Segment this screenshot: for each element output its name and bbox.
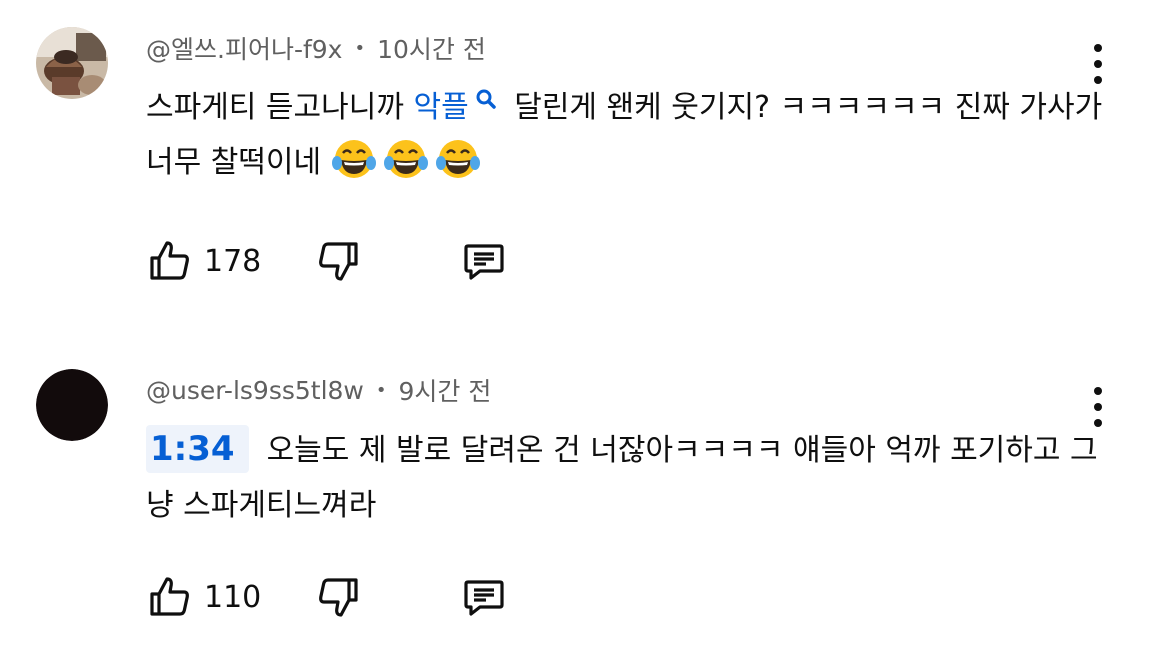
tears-of-joy-emoji-icon — [331, 136, 377, 182]
more-vertical-icon[interactable] — [1084, 387, 1112, 427]
comment-text: 1:34 오늘도 제 발로 달려온 건 너잖아ㅋㅋㅋㅋ 얘들아 억까 포기하고 그… — [146, 423, 1106, 533]
avatar[interactable] — [36, 27, 108, 99]
author-name[interactable]: @user-ls9ss5tl8w — [146, 376, 364, 405]
dislike-button[interactable] — [314, 236, 362, 286]
reply-button[interactable] — [460, 236, 508, 286]
thumbs-up-icon — [150, 241, 189, 280]
avatar-image — [36, 369, 108, 441]
comment-reply-icon — [464, 244, 504, 280]
tears-of-joy-emoji-icon — [435, 136, 481, 182]
published-time[interactable]: 10시간 전 — [377, 30, 486, 66]
comment-actions: 110 — [146, 572, 546, 622]
like-button[interactable]: 178 — [146, 236, 261, 286]
comment-thread-item: @user-ls9ss5tl8w • 9시간 전 1:34 오늘도 제 발로 달려… — [0, 340, 1170, 652]
search-icon[interactable] — [473, 80, 499, 110]
thumbs-down-icon — [319, 578, 358, 617]
published-time[interactable]: 9시간 전 — [399, 372, 492, 408]
comment-text-part: 오늘도 제 발로 달려온 건 너잖아ㅋㅋㅋㅋ 얘들아 억까 포기하고 그냥 스파… — [146, 433, 1098, 523]
meta-separator: • — [354, 37, 366, 59]
comment-actions: 178 — [146, 236, 546, 286]
tears-of-joy-emoji-icon — [383, 136, 429, 182]
comment-meta: @user-ls9ss5tl8w • 9시간 전 — [146, 372, 492, 408]
comment-reply-icon — [464, 580, 504, 616]
comment-text-part: 스파게티 듣고나니까 — [146, 90, 414, 125]
comment-meta: @엘쓰.피어나-f9x • 10시간 전 — [146, 32, 486, 64]
timestamp-link[interactable]: 1:34 — [146, 425, 249, 473]
comment-thread-item: @엘쓰.피어나-f9x • 10시간 전 스파게티 듣고나니까 악플 달린게 왠… — [0, 0, 1170, 326]
more-vertical-icon[interactable] — [1084, 44, 1112, 84]
avatar-image — [36, 27, 108, 99]
meta-separator: • — [375, 379, 387, 401]
avatar[interactable] — [36, 369, 108, 441]
dislike-button[interactable] — [314, 572, 362, 622]
like-button[interactable]: 110 — [146, 572, 261, 622]
like-count: 178 — [204, 243, 262, 279]
comment-text: 스파게티 듣고나니까 악플 달린게 왠케 웃기지? ㅋㅋㅋㅋㅋㅋ 진짜 가사가 … — [146, 80, 1106, 190]
search-link[interactable]: 악플 — [413, 90, 468, 125]
like-count: 110 — [204, 579, 262, 615]
author-name[interactable]: @엘쓰.피어나-f9x — [146, 30, 342, 66]
reply-button[interactable] — [460, 572, 508, 622]
thumbs-up-icon — [150, 577, 189, 616]
thumbs-down-icon — [319, 242, 358, 281]
